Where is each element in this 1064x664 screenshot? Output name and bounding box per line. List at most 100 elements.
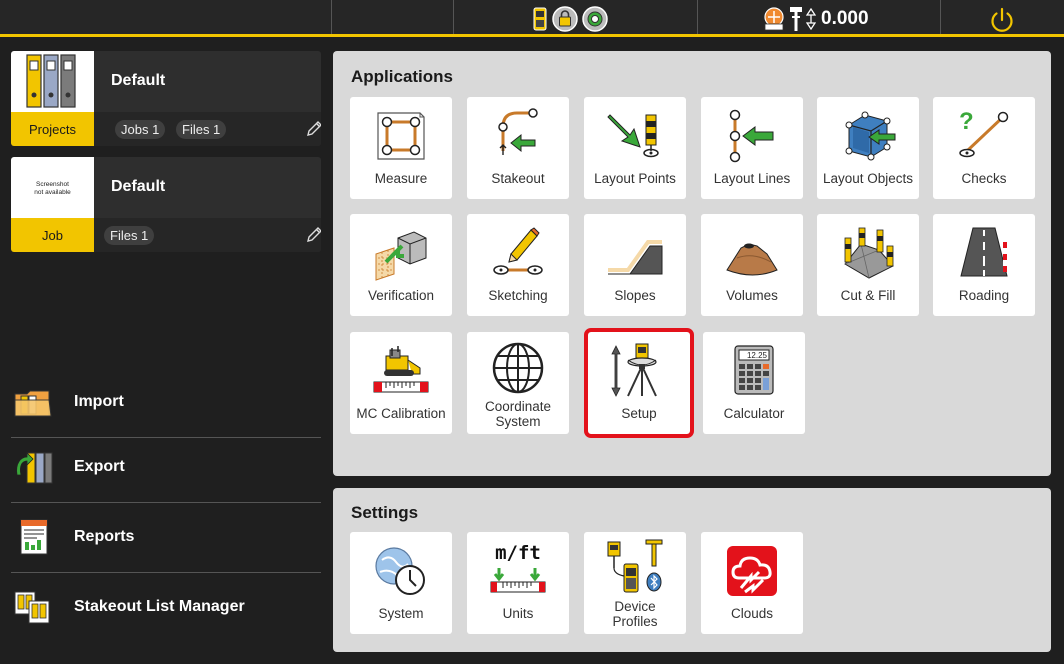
tile-setup[interactable]: Setup — [584, 328, 694, 438]
target-height-value: 0.000 — [821, 8, 869, 29]
tile-layout-objects[interactable]: Layout Objects — [817, 97, 919, 199]
tile-stakeout[interactable]: Stakeout — [467, 97, 569, 199]
menu-item-stakeout-list-manager[interactable]: Stakeout List Manager — [11, 573, 321, 643]
verification-icon — [375, 231, 427, 281]
jobs-count-chip[interactable]: Jobs 1 — [115, 120, 166, 139]
tile-units[interactable]: m/ft Units — [467, 532, 569, 634]
job-card[interactable]: Screenshot not available Job Default Fil… — [11, 157, 321, 252]
tile-volumes[interactable]: Volumes — [701, 214, 803, 316]
tracking-icon — [764, 7, 784, 31]
menu-item-import[interactable]: Import — [11, 368, 321, 438]
slopes-icon — [608, 240, 663, 275]
applications-title: Applications — [351, 67, 454, 86]
measure-icon — [377, 112, 425, 160]
tile-label: Layout Objects — [822, 171, 914, 186]
files-count-chip[interactable]: Files 1 — [104, 226, 155, 245]
tile-layout-lines[interactable]: Layout Lines — [701, 97, 803, 199]
clouds-icon — [727, 546, 777, 596]
mc-calibration-icon — [373, 346, 429, 393]
stakeout-list-icon — [14, 591, 50, 624]
tile-label: Checks — [961, 171, 1007, 186]
tile-clouds[interactable]: Clouds — [701, 532, 803, 634]
instrument-status-group[interactable] — [532, 6, 608, 32]
stakeout-icon — [498, 108, 538, 155]
units-badge: m/ft — [495, 542, 541, 564]
edit-pencil-icon[interactable] — [306, 120, 321, 137]
power-icon[interactable] — [988, 6, 1016, 34]
projects-thumbnail — [11, 51, 94, 112]
prism-target-icon — [582, 6, 608, 32]
tile-coordinate-system[interactable]: Coordinate System — [467, 332, 569, 434]
up-down-arrow-icon — [806, 8, 816, 30]
tile-label: Coordinate System — [484, 399, 552, 429]
tile-calculator[interactable]: 12.25 Calculator — [703, 332, 805, 434]
tile-label: Roading — [958, 288, 1010, 303]
topbar-divider — [940, 0, 941, 34]
export-icon — [16, 452, 53, 484]
tile-slopes[interactable]: Slopes — [584, 214, 686, 316]
tile-roading[interactable]: Roading — [933, 214, 1035, 316]
tile-label: Verification — [367, 288, 435, 303]
tile-mc-calibration[interactable]: MC Calibration — [350, 332, 452, 434]
cut-fill-icon — [844, 227, 894, 279]
tile-label: Slopes — [614, 288, 656, 303]
system-icon — [375, 547, 425, 595]
job-label[interactable]: Job — [11, 218, 94, 252]
menu-label: Export — [74, 458, 125, 475]
tile-checks[interactable]: ? Checks — [933, 97, 1035, 199]
binders-icon — [26, 54, 76, 108]
layout-points-icon — [607, 114, 659, 158]
layout-objects-icon — [845, 111, 896, 161]
layout-lines-icon — [729, 109, 774, 163]
tile-measure[interactable]: Measure — [350, 97, 452, 199]
tile-label: Calculator — [723, 406, 785, 421]
tile-label: Device Profiles — [612, 599, 658, 629]
setup-icon — [611, 343, 657, 397]
topbar-divider — [697, 0, 698, 34]
top-status-bar: 0.000 — [0, 0, 1064, 37]
reports-icon — [20, 519, 48, 555]
tile-label: Layout Lines — [713, 171, 791, 186]
tile-system[interactable]: System — [350, 532, 452, 634]
tile-label: Stakeout — [491, 171, 545, 186]
tile-label: Measure — [374, 171, 428, 186]
menu-item-export[interactable]: Export — [11, 433, 321, 503]
checks-icon: ? — [959, 108, 1009, 158]
tile-verification[interactable]: Verification — [350, 214, 452, 316]
tile-label: Layout Points — [594, 171, 676, 186]
menu-item-reports[interactable]: Reports — [11, 503, 321, 573]
project-name: Default — [111, 72, 166, 89]
device-profiles-icon — [607, 539, 663, 593]
controller-icon — [533, 7, 547, 31]
globe-icon — [492, 342, 544, 394]
sketching-icon — [493, 227, 543, 275]
menu-label: Reports — [74, 528, 135, 545]
job-name: Default — [111, 178, 166, 195]
topbar-divider — [331, 0, 332, 34]
tile-cut-fill[interactable]: Cut & Fill — [817, 214, 919, 316]
units-ruler-icon — [490, 568, 546, 593]
tile-label: Volumes — [726, 288, 778, 303]
tile-label: Setup — [621, 406, 657, 421]
settings-panel: Settings System m/ft Units Device Profil… — [333, 488, 1051, 652]
roading-icon — [960, 227, 1008, 277]
files-count-chip[interactable]: Files 1 — [176, 120, 227, 139]
svg-text:?: ? — [959, 108, 974, 135]
projects-label[interactable]: Projects — [11, 112, 94, 146]
lock-icon — [552, 6, 578, 32]
no-screenshot-text: Screenshot not available — [34, 181, 71, 196]
tile-device-profiles[interactable]: Device Profiles — [584, 532, 686, 634]
job-thumbnail: Screenshot not available — [11, 157, 94, 218]
target-height-readout[interactable]: 0.000 — [762, 5, 869, 33]
tile-label: MC Calibration — [356, 406, 446, 421]
tile-label: System — [378, 606, 424, 621]
menu-label: Import — [74, 393, 124, 410]
settings-title: Settings — [351, 503, 419, 522]
reflector-height-icon — [790, 7, 802, 31]
calculator-display: 12.25 — [747, 351, 768, 360]
projects-card[interactable]: Projects Default Jobs 1 Files 1 — [11, 51, 321, 146]
tile-label: Sketching — [488, 288, 548, 303]
tile-sketching[interactable]: Sketching — [467, 214, 569, 316]
edit-pencil-icon[interactable] — [306, 226, 321, 243]
tile-layout-points[interactable]: Layout Points — [584, 97, 686, 199]
